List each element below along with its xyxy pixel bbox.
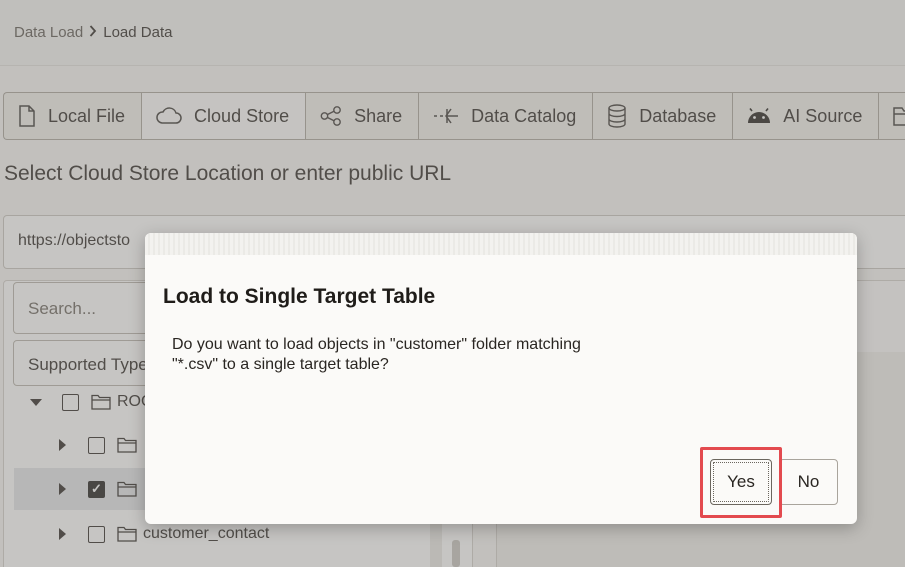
dialog-message-line: Do you want to load objects in "customer…: [172, 336, 581, 353]
yes-button-highlight: [700, 447, 782, 518]
dialog-message-line: "*.csv" to a single target table?: [172, 356, 389, 373]
page: Data Load Load Data Local File Cloud Sto…: [0, 0, 905, 567]
dialog-header-strip: [145, 233, 857, 255]
dialog-message: Do you want to load objects in "customer…: [172, 335, 642, 375]
dialog-title: Load to Single Target Table: [163, 285, 436, 308]
no-button[interactable]: No: [779, 459, 838, 505]
